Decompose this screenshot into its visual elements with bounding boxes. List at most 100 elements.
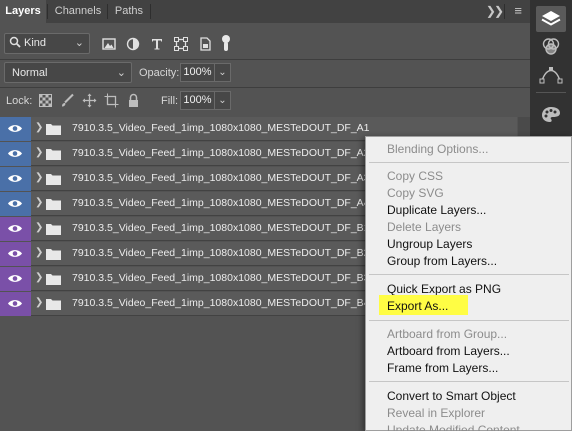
tab-layers[interactable]: Layers bbox=[0, 0, 46, 23]
folder-icon bbox=[46, 274, 61, 285]
eye-icon bbox=[8, 225, 22, 232]
lock-position-icon[interactable] bbox=[82, 93, 97, 108]
shape-layer-filter-icon[interactable] bbox=[173, 36, 189, 52]
layer-name: 7910.3.5_Video_Feed_1imp_1080x1080_MESTe… bbox=[72, 222, 370, 234]
folder-icon bbox=[46, 124, 61, 135]
layer-name: 7910.3.5_Video_Feed_1imp_1080x1080_MESTe… bbox=[72, 147, 370, 159]
blend-mode-value: Normal bbox=[12, 67, 48, 79]
hamburger-menu-icon[interactable]: ≡ bbox=[514, 3, 522, 18]
divider bbox=[0, 87, 530, 88]
chevron-down-icon: ⌄ bbox=[116, 67, 126, 79]
dock-divider bbox=[536, 92, 566, 93]
layer-name: 7910.3.5_Video_Feed_1imp_1080x1080_MESTe… bbox=[72, 197, 370, 209]
menu-item-delete-layers[interactable]: Delete Layers bbox=[387, 219, 461, 235]
eye-icon bbox=[8, 125, 22, 132]
chevron-down-icon: ⌄ bbox=[74, 37, 84, 49]
tab-channels[interactable]: Channels bbox=[48, 0, 108, 23]
lock-all-icon[interactable] bbox=[126, 93, 141, 108]
double-chevron-right-icon[interactable]: ❯❯ bbox=[486, 4, 504, 18]
expand-arrow-icon[interactable]: ❯ bbox=[35, 272, 43, 283]
menu-separator bbox=[369, 274, 569, 275]
menu-item-blending-options[interactable]: Blending Options... bbox=[387, 141, 488, 157]
blend-row: Normal ⌄ Opacity: 100% ⌄ bbox=[0, 61, 530, 85]
menu-separator bbox=[369, 381, 569, 382]
opacity-input[interactable]: 100% bbox=[180, 63, 215, 82]
eye-icon bbox=[8, 250, 22, 257]
eye-icon bbox=[8, 200, 22, 207]
menu-item-group-from-layers[interactable]: Group from Layers... bbox=[387, 253, 497, 269]
palette-icon[interactable] bbox=[536, 102, 566, 128]
visibility-toggle[interactable] bbox=[0, 217, 31, 241]
fill-dropdown-button[interactable]: ⌄ bbox=[215, 91, 231, 110]
divider bbox=[0, 59, 530, 60]
menu-item-duplicate-layers[interactable]: Duplicate Layers... bbox=[387, 202, 486, 218]
folder-icon bbox=[46, 249, 61, 260]
menu-item-artboard-from-layers[interactable]: Artboard from Layers... bbox=[387, 343, 510, 359]
menu-separator bbox=[369, 162, 569, 163]
context-menu: Blending Options... Copy CSS Copy SVG Du… bbox=[365, 136, 572, 431]
tab-divider bbox=[504, 4, 505, 19]
fill-input[interactable]: 100% bbox=[180, 91, 215, 110]
type-layer-filter-icon[interactable] bbox=[149, 36, 165, 52]
eye-icon bbox=[8, 150, 22, 157]
eye-icon bbox=[8, 300, 22, 307]
expand-arrow-icon[interactable]: ❯ bbox=[35, 122, 43, 133]
magnifier-icon bbox=[9, 36, 21, 51]
layer-name: 7910.3.5_Video_Feed_1imp_1080x1080_MESTe… bbox=[72, 247, 370, 259]
expand-arrow-icon[interactable]: ❯ bbox=[35, 222, 43, 233]
visibility-toggle[interactable] bbox=[0, 267, 31, 291]
opacity-label: Opacity: bbox=[139, 67, 180, 79]
layer-name: 7910.3.5_Video_Feed_1imp_1080x1080_MESTe… bbox=[72, 172, 370, 184]
folder-icon bbox=[46, 149, 61, 160]
lock-artboard-icon[interactable] bbox=[104, 93, 119, 108]
fill-label: Fill: bbox=[161, 95, 179, 107]
eye-icon bbox=[8, 275, 22, 282]
filter-kind-label: Kind bbox=[24, 37, 47, 49]
layer-name: 7910.3.5_Video_Feed_1imp_1080x1080_MESTe… bbox=[72, 297, 370, 309]
paths-pen-icon[interactable] bbox=[536, 62, 566, 88]
menu-item-reveal-in-explorer[interactable]: Reveal in Explorer bbox=[387, 405, 485, 421]
layer-name: 7910.3.5_Video_Feed_1imp_1080x1080_MESTe… bbox=[72, 272, 370, 284]
visibility-toggle[interactable] bbox=[0, 192, 31, 216]
filter-kind-select[interactable]: Kind ⌄ bbox=[4, 33, 90, 54]
visibility-toggle[interactable] bbox=[0, 242, 31, 266]
visibility-toggle[interactable] bbox=[0, 117, 31, 141]
menu-item-artboard-from-group[interactable]: Artboard from Group... bbox=[387, 326, 507, 342]
opacity-dropdown-button[interactable]: ⌄ bbox=[215, 63, 231, 82]
menu-item-export-as[interactable]: Export As... bbox=[387, 298, 448, 314]
lock-image-pixels-icon[interactable] bbox=[60, 93, 75, 108]
folder-icon bbox=[46, 174, 61, 185]
expand-arrow-icon[interactable]: ❯ bbox=[35, 197, 43, 208]
visibility-toggle[interactable] bbox=[0, 142, 31, 166]
menu-item-copy-svg[interactable]: Copy SVG bbox=[387, 185, 444, 201]
layers-stack-icon[interactable] bbox=[536, 6, 566, 32]
eye-icon bbox=[8, 175, 22, 182]
smart-object-filter-icon[interactable] bbox=[197, 36, 213, 52]
adjustment-layer-filter-icon[interactable] bbox=[125, 36, 141, 52]
layer-name: 7910.3.5_Video_Feed_1imp_1080x1080_MESTe… bbox=[72, 122, 370, 134]
expand-arrow-icon[interactable]: ❯ bbox=[35, 297, 43, 308]
expand-arrow-icon[interactable]: ❯ bbox=[35, 147, 43, 158]
lock-transparency-icon[interactable] bbox=[38, 93, 53, 108]
tab-divider bbox=[150, 4, 151, 19]
toggle-track bbox=[224, 42, 228, 51]
pixel-layer-filter-icon[interactable] bbox=[101, 36, 117, 52]
panel-tab-bar: Layers Channels Paths ❯❯ ≡ bbox=[0, 0, 530, 23]
visibility-toggle[interactable] bbox=[0, 292, 31, 316]
visibility-toggle[interactable] bbox=[0, 167, 31, 191]
menu-item-ungroup-layers[interactable]: Ungroup Layers bbox=[387, 236, 472, 252]
menu-separator bbox=[369, 320, 569, 321]
menu-item-update-modified-content[interactable]: Update Modified Content bbox=[387, 422, 520, 431]
menu-item-copy-css[interactable]: Copy CSS bbox=[387, 168, 443, 184]
filter-toggle-icon[interactable] bbox=[221, 33, 231, 53]
channels-circles-icon[interactable] bbox=[536, 34, 566, 60]
expand-arrow-icon[interactable]: ❯ bbox=[35, 247, 43, 258]
menu-item-convert-to-smart-object[interactable]: Convert to Smart Object bbox=[387, 388, 516, 404]
blend-mode-select[interactable]: Normal ⌄ bbox=[4, 62, 132, 83]
lock-row: Lock: Fill: 100% ⌄ bbox=[0, 89, 530, 113]
filter-row: Kind ⌄ bbox=[0, 31, 530, 57]
expand-arrow-icon[interactable]: ❯ bbox=[35, 172, 43, 183]
folder-icon bbox=[46, 199, 61, 210]
menu-item-frame-from-layers[interactable]: Frame from Layers... bbox=[387, 360, 498, 376]
tab-paths[interactable]: Paths bbox=[108, 0, 150, 23]
